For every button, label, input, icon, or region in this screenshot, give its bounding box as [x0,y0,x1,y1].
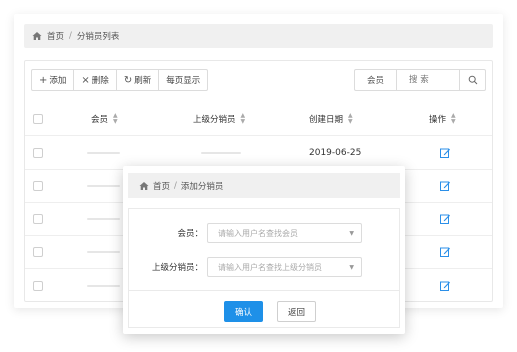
edit-icon[interactable] [439,147,451,159]
member-placeholder [87,251,120,253]
parent-select-placeholder: 请输入用户名查找上级分销员 [218,262,322,272]
parent-placeholder [201,152,241,154]
member-field-row: 会员： 请输入用户名查找会员 ▼ [129,223,399,243]
column-date[interactable]: 创建日期 ▲ ▼ [309,103,353,135]
column-actions[interactable]: 操作 ▲ ▼ [429,103,456,135]
edit-icon[interactable] [439,246,451,258]
add-label: 添加 [49,76,67,86]
per-page-button[interactable]: 每页显示 [159,70,207,90]
caret-down-icon: ▼ [349,229,354,237]
row-checkbox[interactable] [33,181,43,191]
search-input[interactable] [397,70,459,90]
breadcrumb-separator: / [69,31,72,41]
parent-field-row: 上级分销员： 请输入用户名查找上级分销员 ▼ [129,257,399,277]
member-placeholder [87,185,120,187]
select-all-checkbox[interactable] [33,114,43,124]
row-checkbox[interactable] [33,247,43,257]
table-header: 会员 ▲ ▼ 上级分销员 ▲ ▼ 创建日期 ▲ ▼ 操作 ▲ ▼ [25,103,492,136]
close-icon: × [81,74,90,86]
member-placeholder [87,152,120,154]
member-placeholder [87,218,120,220]
member-field-label: 会员： [177,229,203,239]
delete-button[interactable]: × 删除 [74,70,117,90]
refresh-label: 刷新 [134,76,152,86]
column-parent-label: 上级分销员 [193,115,236,125]
sort-icon: ▲ ▼ [240,112,246,125]
sort-icon: ▲ ▼ [348,112,353,125]
add-button[interactable]: + 添加 [32,70,75,90]
member-select[interactable]: 请输入用户名查找会员 ▼ [207,223,362,243]
refresh-icon: ↻ [123,74,133,86]
modal-form: 会员： 请输入用户名查找会员 ▼ 上级分销员： 请输入用户名查找上级分销员 ▼ … [128,208,400,328]
search-field-select[interactable]: 会员 [355,70,397,90]
plus-icon: + [39,74,48,86]
member-select-placeholder: 请输入用户名查找会员 [218,228,298,238]
add-distributor-modal: 首页 / 添加分销员 会员： 请输入用户名查找会员 ▼ 上级分销员： 请输入用户… [123,166,405,334]
delete-label: 删除 [91,76,109,86]
search-icon [468,75,477,85]
home-icon [139,181,149,190]
search-button[interactable] [459,70,485,90]
modal-breadcrumb: 首页 / 添加分销员 [128,173,400,198]
row-checkbox[interactable] [33,280,43,291]
member-placeholder [87,284,120,287]
refresh-button[interactable]: ↻ 刷新 [117,70,160,90]
toolbar: + 添加 × 删除 ↻ 刷新 每页显示 [31,69,209,91]
modal-breadcrumb-separator: / [174,180,177,191]
parent-field-label: 上级分销员： [151,263,203,273]
modal-breadcrumb-current: 添加分销员 [180,181,224,192]
column-member-label: 会员 [91,115,109,125]
search-bar: 会员 [354,69,486,91]
home-icon [32,32,42,40]
modal-footer: 确认 返回 [129,290,399,328]
modal-breadcrumb-home[interactable]: 首页 [153,180,170,192]
breadcrumb: 首页 / 分销员列表 [24,24,493,48]
edit-icon[interactable] [439,180,451,192]
parent-select[interactable]: 请输入用户名查找上级分销员 ▼ [207,257,362,277]
column-member[interactable]: 会员 ▲ ▼ [91,103,118,135]
column-parent[interactable]: 上级分销员 ▲ ▼ [193,103,245,135]
row-checkbox[interactable] [33,148,43,158]
row-checkbox[interactable] [33,214,43,224]
breadcrumb-home[interactable]: 首页 [47,30,64,42]
back-button[interactable]: 返回 [277,301,316,322]
caret-down-icon: ▼ [349,263,354,271]
column-actions-label: 操作 [429,115,447,125]
column-date-label: 创建日期 [309,115,344,125]
sort-icon: ▲ ▼ [451,112,456,125]
sort-icon: ▲ ▼ [113,112,118,125]
confirm-button[interactable]: 确认 [224,301,263,322]
per-page-label: 每页显示 [166,76,201,86]
breadcrumb-current: 分销员列表 [76,32,120,42]
edit-icon[interactable] [439,280,451,292]
edit-icon[interactable] [439,213,451,225]
created-date: 2019-06-25 [309,148,362,158]
